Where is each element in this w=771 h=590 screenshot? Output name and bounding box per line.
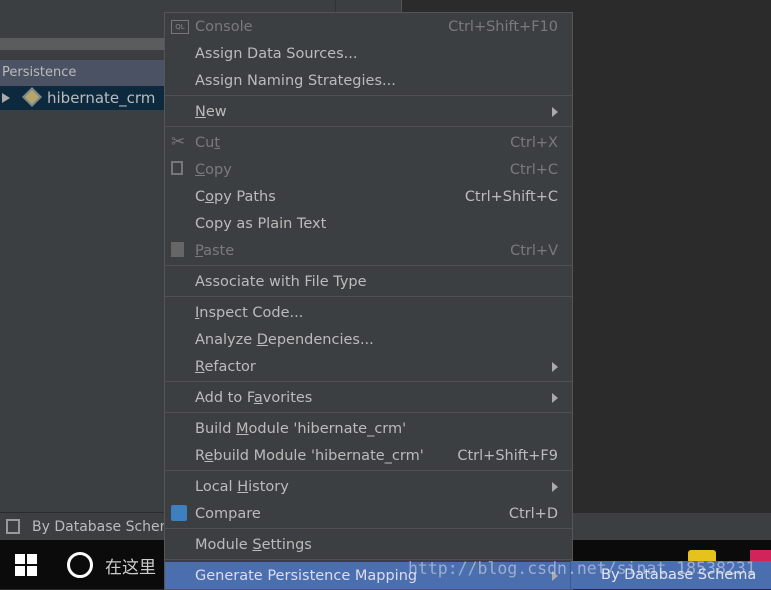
menu-item-label: Inspect Code... — [195, 304, 304, 321]
menu-item-label: New — [195, 103, 227, 120]
menu-item-copy-as-plain-text[interactable]: Copy as Plain Text — [165, 210, 572, 237]
menu-item-label: Generate Persistence Mapping — [195, 567, 418, 584]
submenu-arrow-icon — [552, 570, 558, 581]
menu-item-shortcut: Ctrl+Shift+F9 — [457, 447, 558, 464]
windows-start-icon[interactable] — [15, 554, 37, 576]
menu-item-paste[interactable]: Paste Ctrl+V — [165, 237, 572, 264]
menu-item-inspect-code[interactable]: Inspect Code... — [165, 299, 572, 326]
menu-item-label: Paste — [195, 242, 235, 259]
menu-item-local-history[interactable]: Local History — [165, 473, 572, 500]
status-text: By Database Schema — [32, 519, 182, 535]
menu-item-shortcut: Ctrl+V — [510, 242, 558, 259]
menu-item-label: Local History — [195, 478, 289, 495]
tool-window-title: Persistence — [2, 65, 77, 80]
expand-arrow-icon[interactable] — [2, 93, 10, 103]
menu-item-assign-naming-strategies[interactable]: Assign Naming Strategies... — [165, 67, 572, 94]
menu-item-label: Module Settings — [195, 536, 312, 553]
menu-item-rebuild-module-hibernate-crm[interactable]: Rebuild Module 'hibernate_crm' Ctrl+Shift… — [165, 442, 572, 469]
menu-item-label: Compare — [195, 505, 261, 522]
panel-splitter[interactable] — [0, 38, 164, 50]
menu-item-label: Analyze Dependencies... — [195, 331, 374, 348]
submenu-item-by-database-schema[interactable]: By Database Schema — [570, 561, 771, 589]
menu-item-copy[interactable]: Copy Ctrl+C — [165, 156, 572, 183]
menu-item-refactor[interactable]: Refactor — [165, 353, 572, 380]
menu-item-associate-with-file-type[interactable]: Associate with File Type — [165, 268, 572, 295]
menu-item-shortcut: Ctrl+X — [510, 134, 558, 151]
menu-item-shortcut: Ctrl+Shift+F10 — [448, 18, 558, 35]
menu-item-label: Associate with File Type — [195, 273, 367, 290]
menu-item-shortcut: Ctrl+D — [508, 505, 558, 522]
menu-item-label: Assign Naming Strategies... — [195, 72, 396, 89]
scissors-icon: ✂ — [171, 132, 186, 152]
submenu-arrow-icon — [552, 392, 558, 403]
menu-item-build-module-hibernate-crm[interactable]: Build Module 'hibernate_crm' — [165, 415, 572, 442]
menu-item-cut[interactable]: ✂ Cut Ctrl+X — [165, 129, 572, 156]
persistence-tool-window-header: Persistence — [0, 60, 164, 86]
menu-item-shortcut: Ctrl+Shift+C — [464, 188, 558, 205]
menu-item-module-settings[interactable]: Module Settings — [165, 531, 572, 558]
tree-item-hibernate-crm[interactable]: hibernate_crm — [0, 86, 164, 110]
copy-icon — [171, 161, 189, 178]
hibernate-icon — [22, 87, 42, 107]
taskbar-search-text[interactable]: 在这里 — [105, 553, 156, 578]
cortana-icon[interactable] — [67, 552, 93, 578]
menu-item-label: Rebuild Module 'hibernate_crm' — [195, 447, 424, 464]
submenu-arrow-icon — [552, 361, 558, 372]
menu-item-generate-persistence-mapping[interactable]: Generate Persistence Mapping — [165, 562, 572, 589]
paste-icon — [171, 242, 189, 259]
menu-item-copy-paths[interactable]: Copy Paths Ctrl+Shift+C — [165, 183, 572, 210]
tree-item-label: hibernate_crm — [47, 89, 156, 107]
context-menu: QL Console Ctrl+Shift+F10 Assign Data Sourc… — [164, 12, 573, 590]
menu-item-new[interactable]: New — [165, 98, 572, 125]
menu-item-label: Copy Paths — [195, 188, 276, 205]
menu-item-label: Console — [195, 18, 253, 35]
menu-item-label: Cut — [195, 134, 221, 151]
menu-item-add-to-favorites[interactable]: Add to Favorites — [165, 384, 572, 411]
menu-item-shortcut: Ctrl+C — [509, 161, 558, 178]
sql-console-icon: QL — [171, 18, 189, 35]
menu-item-label: Build Module 'hibernate_crm' — [195, 420, 407, 437]
menu-item-compare[interactable]: Compare Ctrl+D — [165, 500, 572, 527]
submenu-arrow-icon — [552, 106, 558, 117]
submenu-label: By Database Schema — [601, 567, 757, 583]
compare-icon — [171, 505, 189, 522]
menu-item-label: Assign Data Sources... — [195, 45, 358, 62]
menu-item-label: Copy — [195, 161, 232, 178]
menu-item-label: Refactor — [195, 358, 256, 375]
menu-item-assign-data-sources[interactable]: Assign Data Sources... — [165, 40, 572, 67]
menu-item-console[interactable]: QL Console Ctrl+Shift+F10 — [165, 13, 572, 40]
menu-item-label: Copy as Plain Text — [195, 215, 327, 232]
menu-item-analyze-dependencies[interactable]: Analyze Dependencies... — [165, 326, 572, 353]
schema-icon — [6, 519, 20, 534]
menu-item-label: Add to Favorites — [195, 389, 313, 406]
submenu-arrow-icon — [552, 481, 558, 492]
